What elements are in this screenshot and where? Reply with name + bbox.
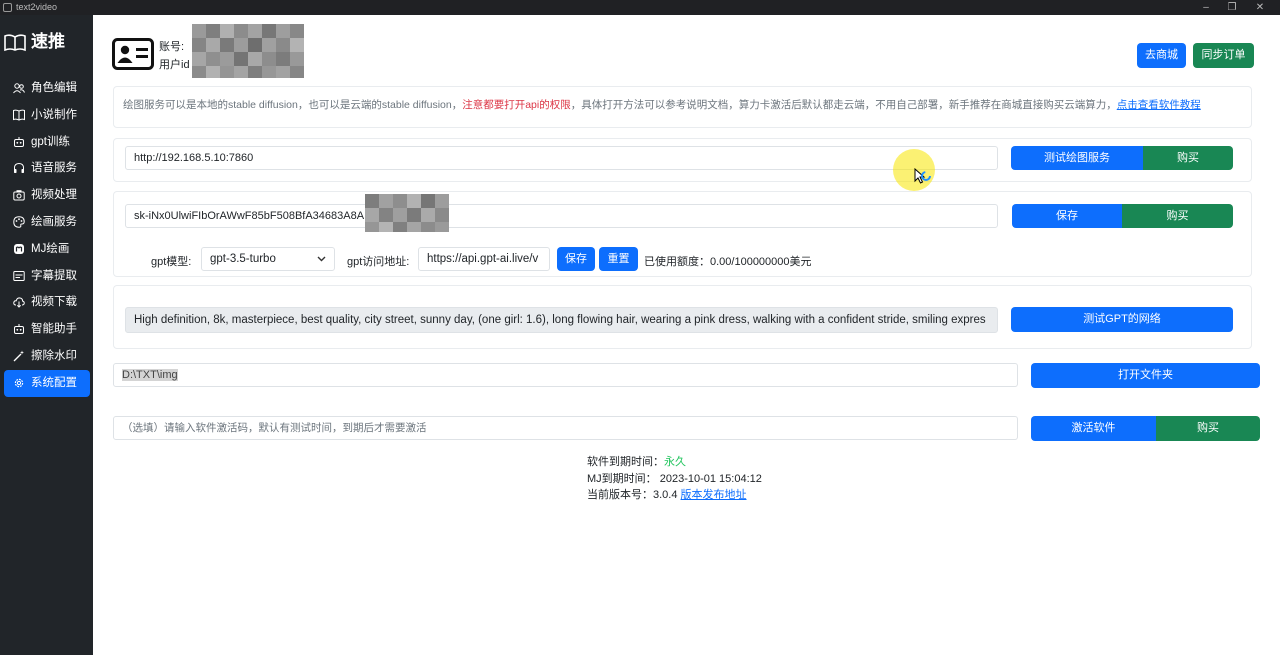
sidebar: 速推 角色编辑 小说制作 gpt训练 语音服务 视频处理 绘画服务 MJ绘画 字… xyxy=(0,15,93,655)
buy-draw-service-button[interactable]: 购买 xyxy=(1143,146,1233,170)
sidebar-item-label: 小说制作 xyxy=(31,108,77,121)
window-titlebar: text2video – ❐ ✕ xyxy=(0,0,1280,15)
sidebar-item-label: 视频处理 xyxy=(31,189,77,202)
notice-text: 绘图服务可以是本地的stable diffusion，也可以是云端的stable… xyxy=(123,97,1201,112)
activation-code-input[interactable]: （选填）请输入软件激活码，默认有测试时间，到期后才需要激活 xyxy=(113,416,1018,440)
main-content: 账号: 用户id 去商城 同步订单 绘图服务可以是本地的stable diffu… xyxy=(93,15,1280,655)
gpt-model-label: gpt模型: xyxy=(151,256,192,268)
account-label: 账号: xyxy=(159,41,185,53)
buy-api-key-button[interactable]: 购买 xyxy=(1122,204,1233,228)
release-link[interactable]: 版本发布地址 xyxy=(681,489,747,501)
cloud-download-icon xyxy=(13,297,25,309)
gpt-model-select[interactable]: gpt-3.5-turbo xyxy=(201,247,335,271)
sidebar-item-label: 绘画服务 xyxy=(31,215,77,228)
sidebar-nav: 角色编辑 小说制作 gpt训练 语音服务 视频处理 绘画服务 MJ绘画 字幕提取… xyxy=(4,75,90,397)
chevron-down-icon xyxy=(317,256,326,262)
api-key-input[interactable]: sk-iNx0UlwiFIbOrAWwF85bF508BfA34683A8A xyxy=(125,204,998,228)
sidebar-item-label: 角色编辑 xyxy=(31,82,77,94)
robot-icon xyxy=(14,324,24,335)
book-icon xyxy=(13,109,25,121)
usage-text: 已使用额度：0.00/100000000美元 xyxy=(644,256,812,268)
maximize-icon[interactable]: ❐ xyxy=(1222,0,1242,15)
sidebar-item-settings[interactable]: 系统配置 xyxy=(4,369,90,397)
open-folder-button[interactable]: 打开文件夹 xyxy=(1031,363,1260,388)
sidebar-item-mj-draw[interactable]: MJ绘画 xyxy=(4,236,90,263)
close-icon[interactable]: ✕ xyxy=(1250,0,1270,15)
sidebar-item-gpt-training[interactable]: gpt训练 xyxy=(4,129,90,156)
mj-expire-line: MJ到期时间： 2023-10-01 15:04:12 xyxy=(587,473,762,485)
minimize-icon[interactable]: – xyxy=(1196,0,1216,15)
folder-path-value: D:\TXT\img xyxy=(122,369,178,381)
sidebar-item-label: 视频下载 xyxy=(31,296,77,309)
sidebar-item-label: MJ绘画 xyxy=(31,242,70,255)
sync-orders-button[interactable]: 同步订单 xyxy=(1193,43,1254,68)
gpt-address-label: gpt访问地址: xyxy=(347,256,410,268)
sidebar-item-watermark[interactable]: 擦除水印 xyxy=(4,343,90,370)
sidebar-item-video-download[interactable]: 视频下载 xyxy=(4,289,90,316)
gpt-model-value: gpt-3.5-turbo xyxy=(210,253,276,265)
mastodon-icon xyxy=(14,243,24,254)
software-expire-line: 软件到期时间：永久 xyxy=(587,453,686,469)
sidebar-item-assistant[interactable]: 智能助手 xyxy=(4,316,90,343)
sidebar-item-label: 擦除水印 xyxy=(31,349,77,362)
save-api-key-button[interactable]: 保存 xyxy=(1012,204,1122,228)
headphones-icon xyxy=(14,163,24,174)
account-redacted-mosaic xyxy=(192,24,306,78)
sidebar-item-label: 系统配置 xyxy=(31,376,77,389)
test-gpt-network-button[interactable]: 测试GPT的网络 xyxy=(1011,307,1233,332)
test-draw-service-button[interactable]: 测试绘图服务 xyxy=(1011,146,1143,170)
users-icon xyxy=(13,83,25,94)
sidebar-item-voice[interactable]: 语音服务 xyxy=(4,155,90,182)
palette-icon xyxy=(13,216,25,228)
sidebar-item-role-edit[interactable]: 角色编辑 xyxy=(4,75,90,102)
brand: 速推 xyxy=(4,32,90,54)
magic-wand-icon xyxy=(13,350,24,362)
folder-path-input[interactable]: D:\TXT\img xyxy=(113,363,1018,387)
notice-text-after: ，具体打开方法可以参考说明文档，算力卡激活后默认都走云端，不用自己部署，新手推荐… xyxy=(570,99,1117,111)
sidebar-item-subtitle[interactable]: 字幕提取 xyxy=(4,263,90,290)
sidebar-item-novel[interactable]: 小说制作 xyxy=(4,102,90,129)
sidebar-item-label: 智能助手 xyxy=(31,323,77,336)
software-expire-value: 永久 xyxy=(664,456,686,468)
id-card-icon xyxy=(112,38,154,70)
buy-activation-button[interactable]: 购买 xyxy=(1156,416,1260,441)
shop-button[interactable]: 去商城 xyxy=(1137,43,1186,68)
brand-name: 速推 xyxy=(31,32,65,51)
sidebar-item-label: gpt训练 xyxy=(31,135,70,148)
software-expire-label: 软件到期时间： xyxy=(587,456,664,468)
notice-text-before: 绘图服务可以是本地的stable diffusion，也可以是云端的stable… xyxy=(123,99,463,111)
book-open-icon xyxy=(4,34,26,52)
reset-gpt-address-button[interactable]: 重置 xyxy=(599,247,638,271)
app-icon xyxy=(3,3,12,12)
gear-icon xyxy=(14,378,24,387)
cursor-busy-icon xyxy=(914,168,931,184)
version-line: 当前版本号：3.0.4 版本发布地址 xyxy=(587,486,747,502)
sidebar-item-label: 语音服务 xyxy=(31,162,77,175)
window-title: text2video xyxy=(16,2,58,12)
api-key-redacted-mosaic xyxy=(365,194,449,232)
subtitle-icon xyxy=(13,270,25,281)
version-label: 当前版本号：3.0.4 xyxy=(587,489,678,501)
sidebar-item-label: 字幕提取 xyxy=(31,269,77,282)
gpt-address-input[interactable]: https://api.gpt-ai.live/v xyxy=(418,247,550,271)
camera-icon xyxy=(13,190,25,201)
user-id-label: 用户id xyxy=(159,59,190,71)
save-gpt-address-button[interactable]: 保存 xyxy=(557,247,595,271)
prompt-test-input[interactable]: High definition, 8k, masterpiece, best q… xyxy=(125,307,998,333)
sidebar-item-draw-service[interactable]: 绘画服务 xyxy=(4,209,90,236)
draw-service-url-input[interactable]: http://192.168.5.10:7860 xyxy=(125,146,998,170)
tutorial-link[interactable]: 点击查看软件教程 xyxy=(1117,99,1201,111)
robot-icon xyxy=(14,136,24,147)
notice-warning: 注意都要打开api的权限 xyxy=(462,99,571,111)
sidebar-item-video-process[interactable]: 视频处理 xyxy=(4,182,90,209)
activate-software-button[interactable]: 激活软件 xyxy=(1031,416,1156,441)
